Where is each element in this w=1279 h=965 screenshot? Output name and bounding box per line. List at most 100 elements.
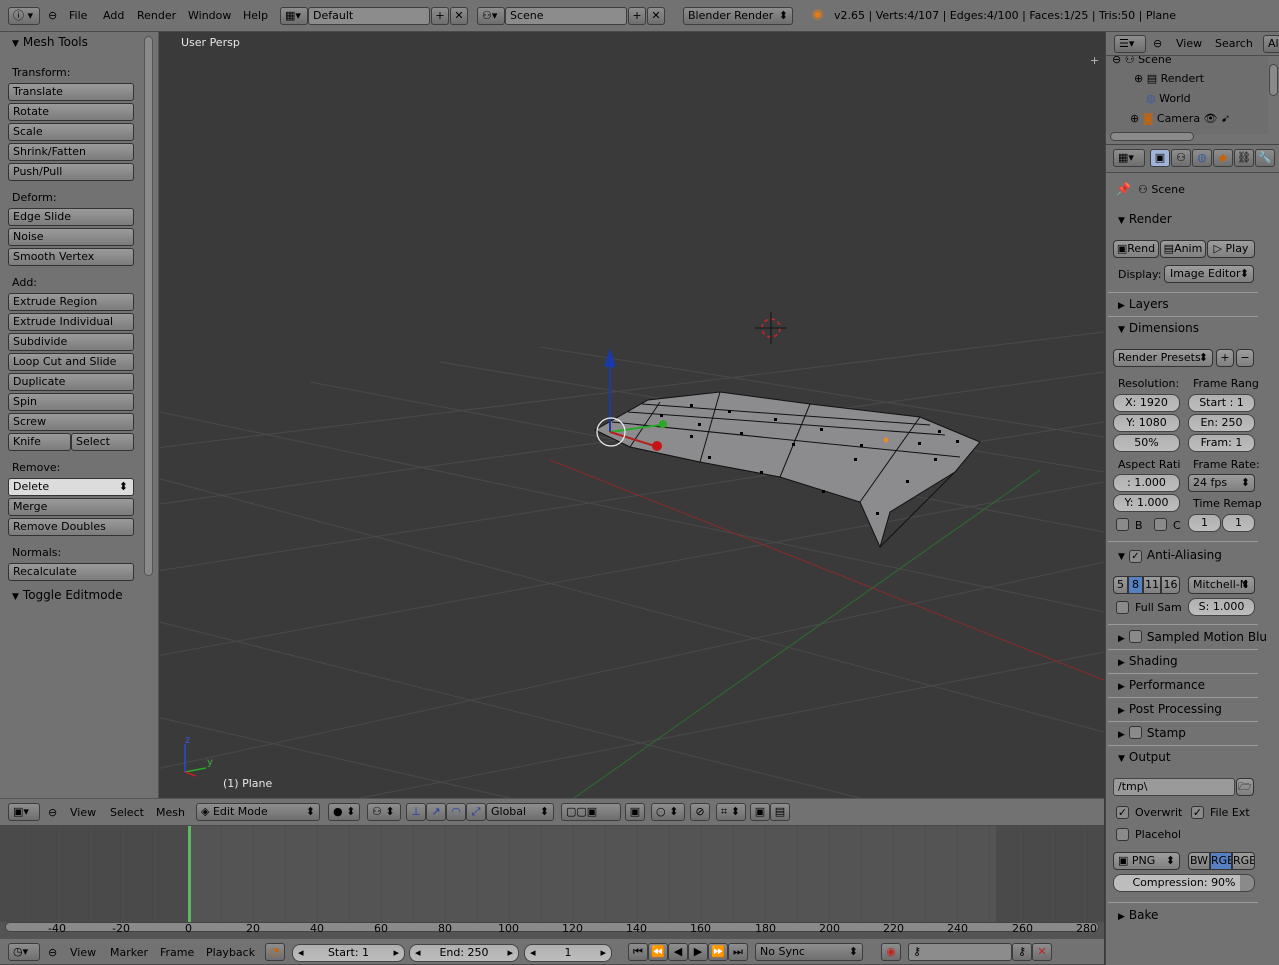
spin-button[interactable]: Spin — [8, 393, 134, 411]
tool-shelf-scrollbar[interactable] — [144, 36, 153, 576]
collapse-menu-icon[interactable]: ⊖ — [48, 9, 57, 23]
menu-frame[interactable]: Frame — [160, 946, 194, 960]
modifiers-context-tab[interactable]: 🔧 — [1255, 149, 1275, 167]
snap-element-select[interactable]: ⌗ ⬍ — [716, 803, 746, 821]
add-screen-button[interactable]: + — [431, 7, 449, 25]
mesh-tools-header[interactable]: ▼ Mesh Tools — [12, 35, 88, 49]
manipulator-toggle-button[interactable]: ⊥ — [406, 803, 426, 821]
delete-menu-button[interactable]: Delete ⬍ — [8, 478, 134, 496]
current-frame-field[interactable]: ◂ 1 ▸ — [524, 944, 612, 962]
constraints-context-tab[interactable]: ⛓ — [1234, 149, 1254, 167]
jump-start-icon[interactable]: ⏮ — [628, 943, 648, 961]
border-checkbox[interactable] — [1116, 518, 1129, 531]
translate-manipulator-icon[interactable]: ↗ — [426, 803, 446, 821]
aspect-y-field[interactable]: Y: 1.000 — [1113, 494, 1180, 512]
full-sample-checkbox[interactable] — [1116, 601, 1129, 614]
frame-end-field[interactable]: En: 250 — [1188, 414, 1255, 432]
crop-checkbox[interactable] — [1154, 518, 1167, 531]
loop-cut-button[interactable]: Loop Cut and Slide — [8, 353, 134, 371]
render-presets-select[interactable]: Render Presets ⬍ — [1113, 349, 1213, 367]
dimensions-panel-header[interactable]: ▼ Dimensions — [1118, 321, 1199, 335]
screen-layout-field[interactable]: Default — [308, 7, 430, 25]
outliner-menu-view[interactable]: View — [1176, 37, 1202, 51]
jump-keyframe-forward-icon[interactable]: ⏩ — [708, 943, 728, 961]
performance-panel-header[interactable]: ▶ Performance — [1118, 678, 1205, 692]
scene-icon-button[interactable]: ⚇▾ — [477, 7, 505, 25]
menu-select[interactable]: Select — [110, 806, 144, 820]
output-panel-header[interactable]: ▼ Output — [1118, 750, 1171, 764]
aa-enable-checkbox[interactable]: ✓ — [1128, 550, 1142, 563]
frame-start-field[interactable]: Start : 1 — [1188, 394, 1255, 412]
layers-panel-header[interactable]: ▶ Layers — [1118, 297, 1169, 311]
auto-keyframe-record-icon[interactable]: ◉ — [881, 943, 901, 961]
aa-samples-11[interactable]: 11 — [1143, 576, 1161, 594]
shading-panel-header[interactable]: ▶ Shading — [1118, 654, 1178, 668]
stamp-checkbox[interactable] — [1128, 726, 1142, 739]
recalculate-button[interactable]: Recalculate — [8, 563, 134, 581]
transform-orientation-select[interactable]: Global ⬍ — [486, 803, 554, 821]
outliner-hscroll[interactable] — [1110, 132, 1194, 141]
menu-add[interactable]: Add — [103, 9, 124, 23]
menu-help[interactable]: Help — [243, 9, 268, 23]
placeholders-checkbox[interactable] — [1116, 828, 1129, 841]
menu-playback[interactable]: Playback — [206, 946, 255, 960]
menu-render[interactable]: Render — [137, 9, 176, 23]
current-frame-indicator[interactable] — [188, 826, 191, 922]
aa-samples-16[interactable]: 16 — [1161, 576, 1180, 594]
display-select[interactable]: Image Editor ⬍ — [1164, 265, 1254, 283]
outliner-filter-select[interactable]: All — [1263, 35, 1279, 53]
play-rendered-button[interactable]: ▷ Play — [1207, 240, 1255, 258]
insert-keyframe-icon[interactable]: ⚷ — [1012, 943, 1032, 961]
sync-mode-select[interactable]: No Sync ⬍ — [755, 943, 863, 961]
knife-select-button[interactable]: Select — [71, 433, 134, 451]
editor-type-info-button[interactable]: ⓘ ▾ — [8, 7, 40, 25]
render-context-tab[interactable]: ▣ — [1150, 149, 1170, 167]
edge-slide-button[interactable]: Edge Slide — [8, 208, 134, 226]
rotate-manipulator-icon[interactable]: ◠ — [446, 803, 466, 821]
frame-rate-select[interactable]: 24 fps ⬍ — [1188, 474, 1255, 492]
noise-button[interactable]: Noise — [8, 228, 134, 246]
tree-row-camera[interactable]: ⊕ ◙ Camera 👁 ➹ — [1130, 112, 1266, 128]
remove-scene-button[interactable]: ✕ — [647, 7, 665, 25]
viewport-shading-select[interactable]: ● ⬍ — [328, 803, 360, 821]
start-frame-field[interactable]: ◂ Start: 1 ▸ — [292, 944, 405, 962]
resolution-x-field[interactable]: X: 1920 — [1113, 394, 1180, 412]
render-still-icon[interactable]: ▣ — [750, 803, 770, 821]
outliner-menu-search[interactable]: Search — [1215, 37, 1253, 51]
time-remap-new-field[interactable]: 1 — [1222, 514, 1255, 532]
snap-toggle-icon[interactable]: ⊘ — [690, 803, 710, 821]
tree-row-scene[interactable]: ⊖ ⚇ Scene — [1112, 56, 1262, 69]
jump-keyframe-back-icon[interactable]: ⏪ — [648, 943, 668, 961]
tree-row-render[interactable]: ⊕ ▤ Rendert — [1134, 72, 1264, 88]
stamp-panel-header[interactable]: ▶ Stamp — [1118, 726, 1186, 740]
duplicate-button[interactable]: Duplicate — [8, 373, 134, 391]
frame-step-field[interactable]: Fram: 1 — [1188, 434, 1255, 452]
add-preset-button[interactable]: + — [1216, 349, 1234, 367]
aa-samples-8[interactable]: 8 — [1128, 576, 1143, 594]
file-extensions-checkbox[interactable]: ✓ — [1191, 806, 1204, 819]
screw-button[interactable]: Screw — [8, 413, 134, 431]
compression-slider[interactable]: Compression: 90% — [1113, 874, 1255, 892]
render-animation-button[interactable]: ▤Anim — [1160, 240, 1206, 258]
scene-field[interactable]: Scene — [505, 7, 627, 25]
render-anim-icon[interactable]: ▤ — [770, 803, 790, 821]
bake-panel-header[interactable]: ▶ Bake — [1118, 908, 1158, 922]
occlude-geometry-icon[interactable]: ▣ — [625, 803, 645, 821]
render-engine-select[interactable]: Blender Render ⬍ — [683, 7, 793, 25]
extrude-individual-button[interactable]: Extrude Individual — [8, 313, 134, 331]
overwrite-checkbox[interactable]: ✓ — [1116, 806, 1129, 819]
scale-button[interactable]: Scale — [8, 123, 134, 141]
mode-select[interactable]: ◈ Edit Mode ⬍ — [196, 803, 320, 821]
remove-screen-button[interactable]: ✕ — [450, 7, 468, 25]
editor-type-outliner-button[interactable]: ☰▾ — [1114, 35, 1146, 53]
visibility-eye-icon[interactable]: 👁 — [1200, 112, 1218, 125]
anti-aliasing-panel-header[interactable]: ▼ ✓ Anti-Aliasing — [1118, 548, 1222, 563]
proportional-edit-select[interactable]: ○ ⬍ — [651, 803, 685, 821]
collapse-menu-icon[interactable]: ⊖ — [1153, 37, 1162, 51]
preview-range-toggle-icon[interactable]: ◔ — [265, 943, 285, 961]
editor-type-timeline-button[interactable]: ◷▾ — [8, 943, 40, 961]
tree-row-world[interactable]: ◍ World — [1146, 92, 1266, 108]
remove-doubles-button[interactable]: Remove Doubles — [8, 518, 134, 536]
delete-keyframe-icon[interactable]: ✕ — [1032, 943, 1052, 961]
pin-icon[interactable]: 📌 — [1116, 182, 1131, 196]
